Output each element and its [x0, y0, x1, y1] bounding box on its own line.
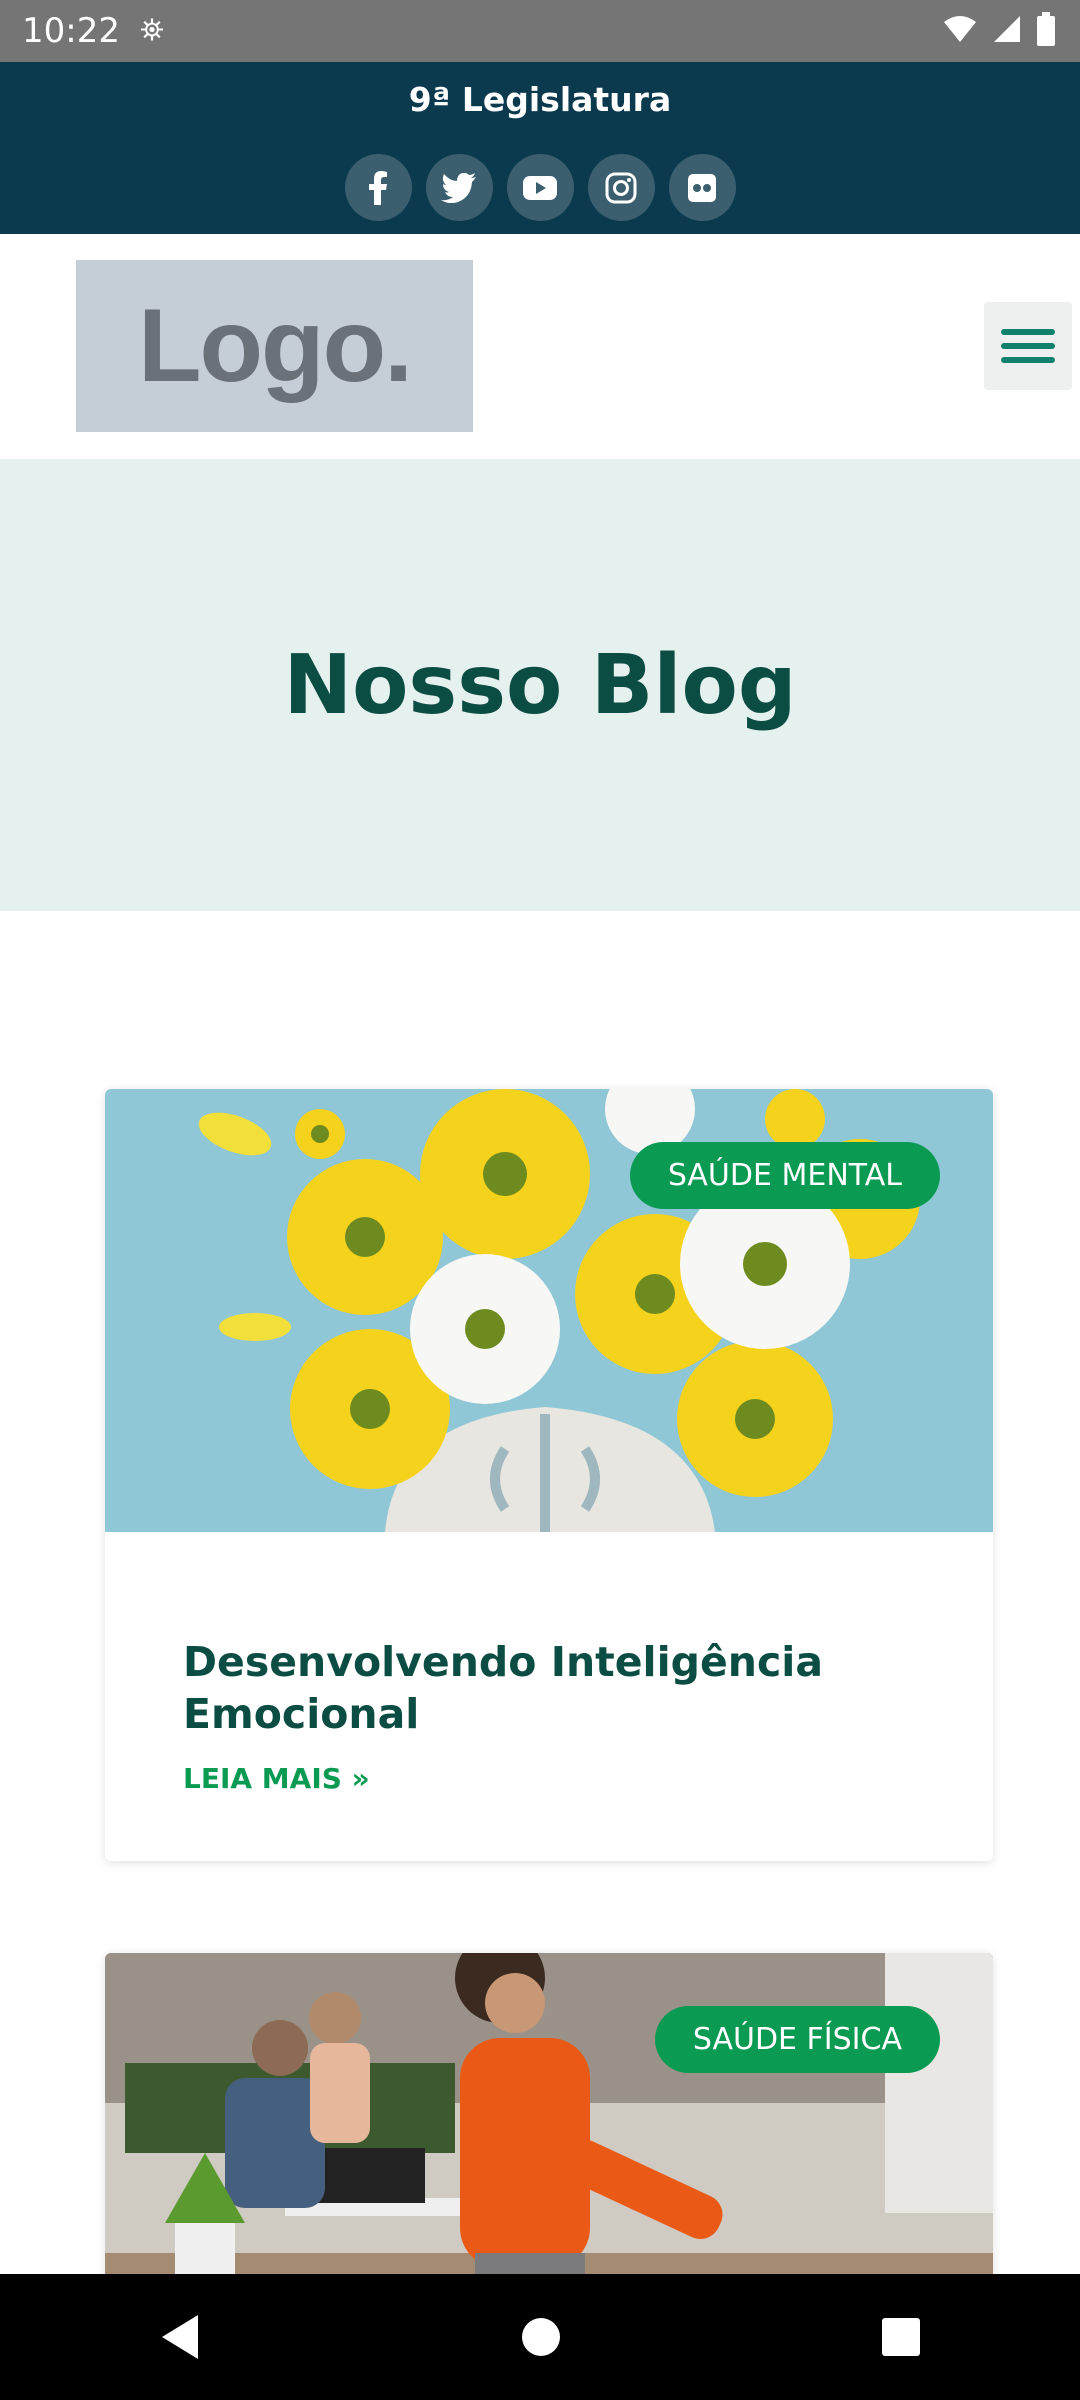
social-links [0, 154, 1080, 221]
post-title[interactable]: Desenvolvendo Inteligência Emocional [183, 1636, 915, 1740]
legislatura-label: 9ª Legislatura [408, 80, 672, 119]
menu-button[interactable] [984, 302, 1072, 390]
notification-icon: ⛯ [139, 14, 164, 47]
back-icon[interactable] [158, 2313, 202, 2361]
site-logo[interactable]: Logo. [76, 260, 473, 432]
hamburger-icon [1001, 329, 1055, 335]
status-bar: 10:22 ⛯ [0, 0, 1080, 62]
hero-banner: Nosso Blog [0, 459, 1080, 911]
flickr-link[interactable] [668, 154, 736, 221]
recents-icon[interactable] [880, 2316, 922, 2358]
instagram-link[interactable] [587, 154, 655, 221]
facebook-link[interactable] [344, 154, 412, 221]
wifi-icon [944, 16, 976, 42]
twitter-icon [441, 172, 476, 203]
youtube-link[interactable] [506, 154, 574, 221]
twitter-link[interactable] [425, 154, 493, 221]
status-time: 10:22 [22, 11, 120, 51]
post-image[interactable]: SAÚDE MENTAL [105, 1089, 993, 1532]
facebook-icon [369, 170, 387, 205]
hamburger-icon-bar [1001, 343, 1055, 349]
logo-text: Logo. [137, 287, 413, 404]
page-title: Nosso Blog [283, 637, 797, 733]
youtube-icon [523, 175, 557, 200]
category-badge[interactable]: SAÚDE FÍSICA [654, 2006, 940, 2073]
system-nav-bar [0, 2274, 1080, 2400]
signal-icon [994, 16, 1020, 42]
battery-icon [1037, 12, 1055, 46]
home-icon[interactable] [519, 2315, 563, 2359]
top-bar: 9ª Legislatura [0, 62, 1080, 234]
hamburger-icon-bar [1001, 357, 1055, 363]
category-badge[interactable]: SAÚDE MENTAL [629, 1142, 940, 1209]
site-header: Logo. [0, 234, 1080, 459]
read-more-link[interactable]: LEIA MAIS » [183, 1762, 915, 1795]
blog-post-card[interactable]: SAÚDE MENTAL Desenvolvendo Inteligência … [105, 1089, 993, 1861]
status-icons [942, 12, 1056, 46]
flickr-icon [688, 173, 716, 202]
post-body: Desenvolvendo Inteligência Emocional LEI… [105, 1636, 993, 1795]
instagram-icon [605, 172, 637, 203]
